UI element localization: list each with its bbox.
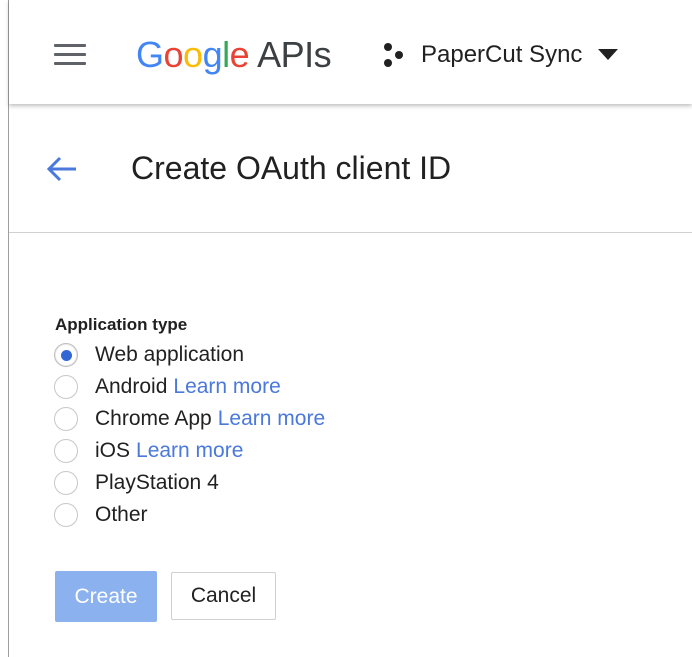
- learn-more-link[interactable]: Learn more: [218, 407, 325, 431]
- radio-label: Other: [95, 503, 148, 526]
- google-apis-logo[interactable]: Google APIs: [136, 33, 332, 77]
- page-title: Create OAuth client ID: [131, 150, 452, 186]
- radio-button[interactable]: [54, 407, 78, 431]
- learn-more-link[interactable]: Learn more: [173, 375, 280, 399]
- radio-label: Android: [95, 375, 168, 398]
- logo-letter: G: [136, 34, 164, 75]
- learn-more-link[interactable]: Learn more: [136, 439, 243, 463]
- logo-letter: l: [222, 34, 230, 75]
- radio-button[interactable]: [54, 471, 78, 495]
- create-button[interactable]: Create: [55, 571, 157, 622]
- radio-option-android[interactable]: Android Learn more: [54, 372, 281, 402]
- project-selector[interactable]: PaperCut Sync: [379, 38, 619, 72]
- radio-label: iOS: [95, 439, 131, 462]
- cancel-button[interactable]: Cancel: [171, 572, 276, 620]
- radio-label: PlayStation 4: [95, 471, 219, 494]
- radio-option-other[interactable]: Other: [54, 500, 148, 530]
- project-name: PaperCut Sync: [421, 41, 583, 68]
- radio-selected-dot: [60, 349, 72, 361]
- page-title-bar: Create OAuth client ID: [9, 104, 692, 232]
- caret-down-icon: [598, 49, 619, 61]
- arrow-back-icon[interactable]: [45, 152, 79, 186]
- radio-button[interactable]: [54, 375, 78, 399]
- radio-button[interactable]: [54, 439, 78, 463]
- radio-button[interactable]: [54, 503, 78, 527]
- radio-option-web-application[interactable]: Web application: [54, 340, 244, 370]
- logo-letter: o: [183, 34, 203, 75]
- application-type-label: Application type: [55, 315, 188, 334]
- project-dots-icon: [379, 41, 407, 69]
- radio-option-playstation-4[interactable]: PlayStation 4: [54, 468, 219, 498]
- radio-option-chrome-app[interactable]: Chrome App Learn more: [54, 404, 325, 434]
- radio-option-ios[interactable]: iOS Learn more: [54, 436, 243, 466]
- logo-letter: o: [163, 34, 184, 75]
- radio-label: Chrome App: [95, 407, 212, 430]
- logo-letter: e: [229, 34, 250, 75]
- title-divider: [9, 232, 692, 233]
- radio-button[interactable]: [54, 343, 78, 367]
- logo-suffix: APIs: [257, 34, 332, 75]
- top-app-bar: Google APIs PaperCut Sync: [9, 0, 692, 104]
- radio-label: Web application: [95, 343, 245, 366]
- logo-letter: g: [202, 34, 223, 75]
- hamburger-menu-icon[interactable]: [54, 42, 86, 68]
